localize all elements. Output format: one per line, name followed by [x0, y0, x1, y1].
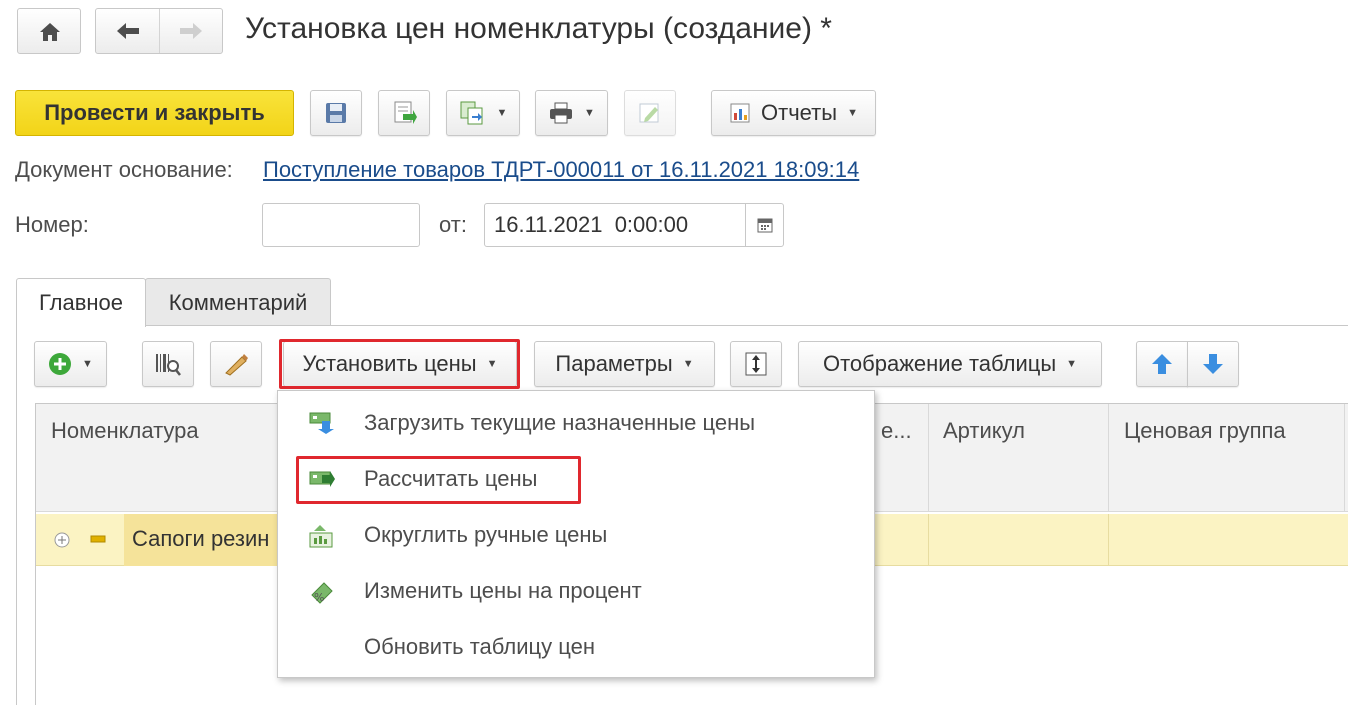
minus-marker-icon [90, 535, 106, 543]
forward-button[interactable] [160, 9, 223, 53]
expand-plus-icon[interactable] [54, 532, 70, 548]
reports-label: Отчеты [761, 100, 838, 125]
panel-border [16, 325, 17, 705]
back-button[interactable] [96, 9, 160, 53]
pick-items-button[interactable] [210, 341, 262, 387]
percent-change-icon: % [311, 582, 333, 604]
menu-item-round-prices[interactable]: Округлить ручные цены [278, 507, 874, 563]
menu-item-label: Обновить таблицу цен [364, 634, 595, 659]
back-forward-group [95, 8, 223, 54]
create-based-icon [460, 101, 483, 125]
arrow-up-icon [1152, 354, 1172, 374]
plus-circle-icon [49, 353, 72, 375]
date-input[interactable]: 16.11.2021 0:00:00 [484, 203, 784, 247]
arrow-left-icon [117, 23, 139, 39]
date-label: от: [439, 212, 467, 237]
menu-item-label: Округлить ручные цены [364, 522, 608, 547]
home-icon [40, 23, 60, 41]
column-separator [1344, 404, 1345, 512]
barcode-search-button[interactable] [142, 341, 194, 387]
table-display-label: Отображение таблицы [822, 351, 1057, 376]
column-header-article[interactable]: Артикул [943, 418, 1025, 444]
move-up-button[interactable] [1136, 341, 1188, 387]
move-down-button[interactable] [1187, 341, 1239, 387]
load-prices-icon [309, 412, 334, 434]
chevron-down-icon: ▼ [584, 107, 595, 119]
tab-comment[interactable]: Комментарий [145, 278, 331, 326]
menu-item-load-prices[interactable]: Загрузить текущие назначенные цены [278, 395, 874, 451]
column-header-truncated[interactable]: е... [881, 418, 912, 444]
parameters-button[interactable]: Параметры ▼ [534, 341, 715, 387]
chevron-down-icon: ▼ [682, 358, 694, 370]
row-separator [1108, 514, 1109, 566]
menu-item-label: Загрузить текущие назначенные цены [364, 410, 756, 435]
post-document-icon [394, 101, 417, 124]
tab-divider [16, 325, 1348, 326]
calendar-icon [757, 218, 772, 233]
set-prices-highlight [279, 339, 520, 389]
menu-item-refresh-table[interactable]: Обновить таблицу цен [278, 619, 874, 675]
arrow-down-icon [1203, 354, 1223, 374]
column-separator [1108, 404, 1109, 512]
selection-brush-icon [225, 354, 248, 376]
floppy-disk-icon [326, 103, 346, 123]
date-value: 16.11.2021 0:00:00 [494, 212, 689, 237]
base-doc-label: Документ основание: [15, 157, 233, 182]
set-prices-menu: Загрузить текущие назначенные цены Рассч… [277, 390, 875, 678]
calendar-button[interactable] [745, 204, 783, 246]
column-header-nomenclature[interactable]: Номенклатура [51, 418, 199, 444]
column-header-price-group[interactable]: Ценовая группа [1124, 418, 1286, 444]
report-chart-icon [730, 103, 750, 123]
edit-button[interactable] [624, 90, 676, 136]
page-title: Установка цен номенклатуры (создание) * [245, 12, 832, 45]
calculate-prices-highlight [296, 456, 581, 504]
row-name-text: Сапоги резин [132, 526, 270, 551]
save-button[interactable] [310, 90, 362, 136]
vertical-resize-icon [745, 352, 767, 376]
print-button[interactable]: ▼ [535, 90, 608, 136]
number-label: Номер: [15, 212, 89, 237]
arrow-right-icon [180, 23, 202, 39]
table-display-button[interactable]: Отображение таблицы ▼ [798, 341, 1102, 387]
post-button[interactable] [378, 90, 430, 136]
barcode-search-icon [156, 354, 181, 376]
tab-main[interactable]: Главное [16, 278, 146, 327]
number-input[interactable] [262, 203, 420, 247]
menu-item-label: Изменить цены на процент [364, 578, 642, 603]
reports-button[interactable]: Отчеты ▼ [711, 90, 876, 136]
row-height-button[interactable] [730, 341, 782, 387]
round-prices-icon [309, 525, 333, 548]
chevron-down-icon: ▼ [1066, 358, 1078, 370]
parameters-label: Параметры [555, 351, 673, 376]
add-row-button[interactable]: ▼ [34, 341, 107, 387]
svg-text:%: % [314, 591, 324, 604]
base-doc-link[interactable]: Поступление товаров ТДРТ-000011 от 16.11… [263, 157, 859, 183]
home-button[interactable] [17, 8, 81, 54]
menu-item-percent-change[interactable]: % Изменить цены на процент [278, 563, 874, 619]
chevron-down-icon: ▼ [82, 358, 93, 370]
column-separator [928, 404, 929, 512]
row-separator [928, 514, 929, 566]
printer-icon [550, 102, 573, 124]
pencil-icon [639, 103, 659, 123]
post-and-close-button[interactable]: Провести и закрыть [15, 90, 294, 136]
create-based-on-button[interactable]: ▼ [446, 90, 520, 136]
chevron-down-icon: ▼ [847, 107, 858, 119]
chevron-down-icon: ▼ [496, 107, 508, 119]
